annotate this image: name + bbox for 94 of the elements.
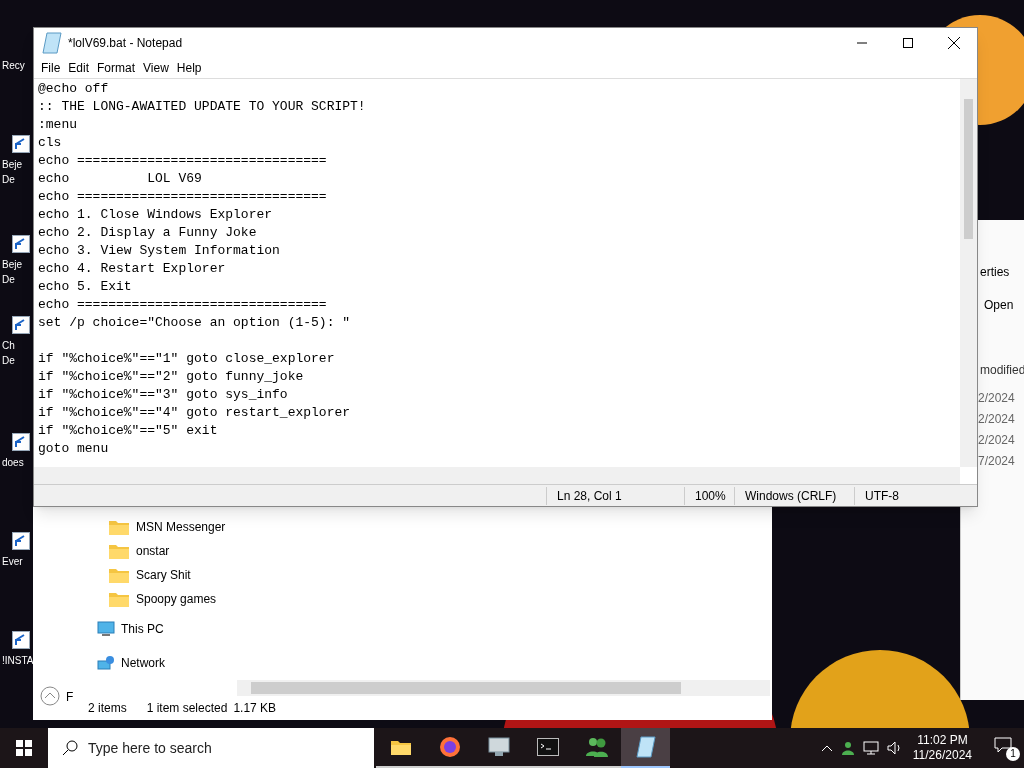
desktop-icon-label[interactable]: De [2,353,15,368]
tree-item[interactable]: This PC [121,620,164,638]
speaker-icon[interactable] [886,741,903,755]
desktop-icon-label[interactable]: Ever [2,554,23,569]
computer-icon [97,621,115,637]
notification-icon[interactable] [994,737,1012,753]
desktop-icon-label[interactable]: does [2,455,24,470]
menu-item[interactable]: Help [172,59,206,77]
ribbon-label[interactable]: Open [984,296,1014,314]
code-line: echo ================================ [38,296,328,314]
folder-icon [108,566,130,584]
code-line: cls [38,134,63,152]
desktop-icon-label[interactable]: De [2,272,15,287]
menu-item[interactable]: File [37,59,65,77]
desktop-icon-label[interactable]: Beje [2,157,22,172]
folder-icon [389,738,412,756]
desktop-icon-label[interactable]: De [2,172,15,187]
search-icon [62,740,78,756]
ribbon-label[interactable]: erties [980,263,1010,281]
taskbar-app[interactable] [621,728,670,768]
network-icon[interactable] [862,741,879,755]
window-title: *lolV69.bat - Notepad [68,35,183,52]
maximize-icon [903,38,913,48]
date-cell-text: 2/2024 [978,432,1015,449]
vertical-scrollbar[interactable] [960,79,977,467]
scrollbar-thumb[interactable] [251,682,681,694]
code-line: goto menu [38,440,110,458]
search-field[interactable]: Type here to search [48,728,374,768]
network-icon [97,655,115,671]
desktop-icon-label[interactable]: !INSTA [2,653,34,668]
code-line: echo 4. Restart Explorer [38,260,227,278]
code-line: @echo off [38,80,110,98]
code-line: if "%choice%"=="5" exit [38,422,219,440]
code-line: echo 2. Display a Funny Joke [38,224,258,242]
notepad-icon [42,32,62,54]
date-cell-text: 7/2024 [978,453,1015,470]
folder-icon [108,542,130,560]
code-line: :menu [38,116,78,134]
menu-item[interactable]: Edit [64,59,94,77]
shortcut-icon[interactable] [12,235,30,253]
shortcut-icon[interactable] [12,316,30,334]
windows-logo-icon [16,740,32,756]
shortcut-icon[interactable] [12,532,30,550]
folder-icon [108,518,130,536]
tree-item[interactable]: MSN Messenger [136,518,226,536]
code-line: echo ================================ [38,188,328,206]
browser-icon [438,736,461,758]
code-line: if "%choice%"=="4" goto restart_explorer [38,404,352,422]
code-line: echo 5. Exit [38,278,133,296]
notification-count: 1 [1006,747,1020,761]
code-line: :: THE LONG-AWAITED UPDATE TO YOUR SCRIPT! [38,98,367,116]
date-cell-text: 2/2024 [978,411,1015,428]
status-text: UTF-8 [854,486,934,505]
code-line: echo 3. View System Information [38,242,281,260]
code-line: if "%choice%"=="2" goto funny_joke [38,368,305,386]
people-icon [584,736,609,758]
tree-item[interactable]: onstar [136,542,170,560]
tree-item[interactable]: Scary Shit [136,566,191,584]
clock-time[interactable]: 11:02 PM [917,733,968,748]
code-line: set /p choice="Choose an option (1-5): " [38,314,352,332]
person-icon[interactable] [840,741,855,755]
code-line: echo 1. Close Windows Explorer [38,206,274,224]
terminal-icon [536,738,559,756]
clock-date[interactable]: 11/26/2024 [912,748,972,763]
status-text: Ln 28, Col 1 [546,486,684,505]
desktop-icon-label[interactable]: Beje [2,257,22,272]
status-text: 100% [684,486,734,505]
date-cell-text: 2/2024 [978,390,1015,407]
menu-item[interactable]: View [139,59,173,77]
status-text: 1 item selected [146,700,228,717]
code-line: if "%choice%"=="1" goto close_explorer [38,350,336,368]
chevron-up-icon[interactable] [820,744,833,752]
monitor-icon [487,737,510,757]
tree-item[interactable]: Spoopy games [136,590,217,608]
code-line: echo ================================ [38,152,328,170]
status-text: Windows (CRLF) [734,486,854,505]
folder-icon [108,590,130,608]
status-text: 1.17 KB [233,700,277,717]
shortcut-icon[interactable] [12,135,30,153]
desktop-icon-label[interactable]: Recy [2,58,25,73]
shortcut-icon[interactable] [12,433,30,451]
details-label[interactable]: F [66,688,74,706]
close-icon [948,37,960,49]
column-header[interactable]: modified [980,361,1024,379]
menu-item[interactable]: Format [93,59,140,77]
tree-item[interactable]: Network [121,654,165,672]
status-text: 2 items [88,700,127,717]
search-input[interactable]: Type here to search [88,737,338,759]
code-line: echo LOL V69 [38,170,203,188]
code-line: if "%choice%"=="3" goto sys_info [38,386,289,404]
notepad-icon [635,736,656,758]
horizontal-scrollbar[interactable] [34,467,960,484]
shortcut-icon[interactable] [12,631,30,649]
desktop-icon-label[interactable]: Ch [2,338,15,353]
